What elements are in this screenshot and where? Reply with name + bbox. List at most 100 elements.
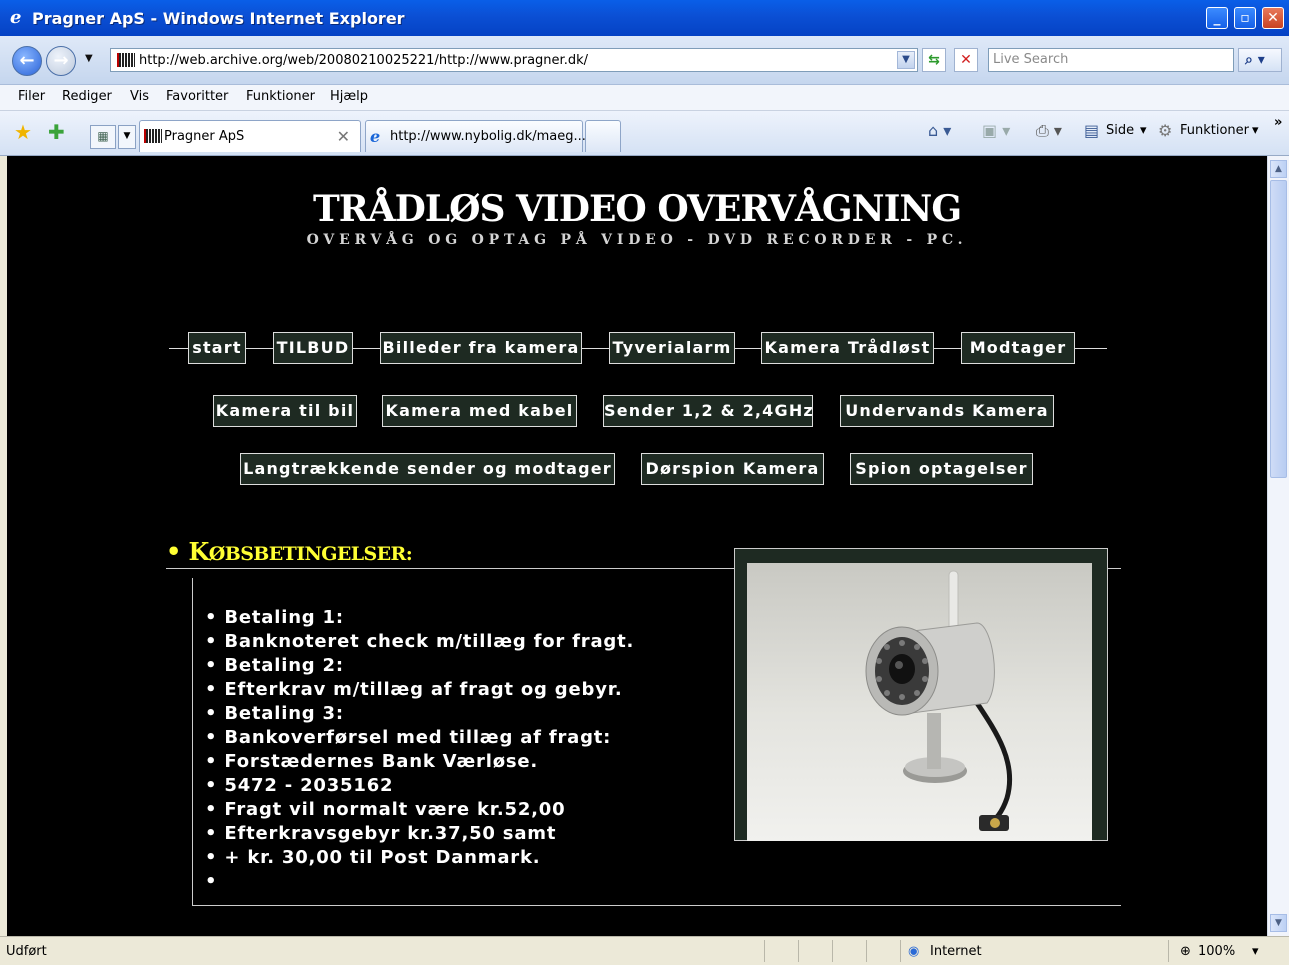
site-favicon-icon xyxy=(144,129,162,143)
menu-tools[interactable]: Funktioner xyxy=(246,89,315,104)
tools-menu[interactable]: Funktioner xyxy=(1180,123,1249,138)
terms-list: • Betaling 1: • Banknoteret check m/till… xyxy=(205,606,634,894)
status-divider xyxy=(1168,940,1169,962)
menu-file[interactable]: Filer xyxy=(18,89,45,104)
zoom-dropdown-icon[interactable]: ▾ xyxy=(1252,944,1259,959)
nav-langtraekkende[interactable]: Langtrækkende sender og modtager xyxy=(240,453,615,485)
menu-help[interactable]: Hjælp xyxy=(330,89,368,104)
status-bar: Udført ◉ Internet ⊕ 100% ▾ xyxy=(0,936,1289,965)
home-icon[interactable]: ⌂ ▾ xyxy=(928,121,951,140)
menu-view[interactable]: Vis xyxy=(130,89,149,104)
address-dropdown-icon[interactable]: ▼ xyxy=(897,51,915,69)
terms-item: • Betaling 1: xyxy=(205,607,344,628)
menu-favorites[interactable]: Favoritter xyxy=(166,89,228,104)
nav-modtager[interactable]: Modtager xyxy=(961,332,1075,364)
tools-menu-dropdown-icon[interactable]: ▾ xyxy=(1252,123,1259,138)
terms-item: • Bankoverførsel med tillæg af fragt: xyxy=(205,727,612,748)
search-input[interactable]: Live Search xyxy=(988,48,1234,72)
terms-item: • Banknoteret check m/tillæg for fragt. xyxy=(205,631,635,652)
feeds-icon[interactable]: ▣ ▾ xyxy=(982,121,1010,140)
window-title-bar: e Pragner ApS - Windows Internet Explore… xyxy=(0,0,1289,36)
history-dropdown-icon[interactable]: ▼ xyxy=(85,53,93,64)
terms-item: • xyxy=(205,871,218,892)
status-divider xyxy=(832,940,833,962)
terms-item: • Efterkravsgebyr kr.37,50 samt xyxy=(205,823,557,844)
nav-start[interactable]: start xyxy=(188,332,246,364)
close-button[interactable]: ✕ xyxy=(1262,7,1284,29)
status-divider xyxy=(900,940,901,962)
terms-item: • Betaling 3: xyxy=(205,703,344,724)
address-url[interactable]: http://web.archive.org/web/2008021002522… xyxy=(139,53,588,68)
scroll-thumb[interactable] xyxy=(1270,180,1287,478)
page-menu[interactable]: Side xyxy=(1106,123,1134,138)
stop-button[interactable]: ✕ xyxy=(954,48,978,72)
nav-sender[interactable]: Sender 1,2 & 2,4GHz xyxy=(603,395,813,427)
scroll-down-icon[interactable]: ▼ xyxy=(1270,914,1287,932)
quick-tabs-icon[interactable]: ▦ xyxy=(90,125,116,149)
zoom-icon: ⊕ xyxy=(1180,944,1191,959)
site-title: TRÅDLØS VIDEO OVERVÅGNING xyxy=(312,188,962,230)
stop-icon: ✕ xyxy=(960,52,972,68)
new-tab-button[interactable] xyxy=(585,120,621,152)
maximize-button[interactable]: ▫ xyxy=(1234,7,1256,29)
tab-list-dropdown-icon[interactable]: ▼ xyxy=(118,125,136,149)
terms-item: • 5472 - 2035162 xyxy=(205,775,394,796)
add-favorite-icon[interactable]: ✚ xyxy=(48,120,65,144)
heading-initial: K xyxy=(188,537,210,566)
nav-tilbud[interactable]: TILBUD xyxy=(273,332,353,364)
menu-bar: Filer Rediger Vis Favoritter Funktioner … xyxy=(0,85,1289,111)
gear-icon: ⚙ xyxy=(1158,121,1173,140)
search-icon: ⌕ ▾ xyxy=(1245,52,1265,68)
scroll-up-icon[interactable]: ▲ xyxy=(1270,160,1287,178)
address-toolbar: ← → ▼ http://web.archive.org/web/2008021… xyxy=(0,36,1289,85)
globe-icon: ◉ xyxy=(908,944,920,959)
tab-pragner[interactable]: Pragner ApS ✕ xyxy=(139,120,361,152)
section-heading: • KØBSBETINGELSER: xyxy=(166,537,413,566)
site-subtitle: OVERVÅG OG OPTAG PÅ VIDEO - DVD RECORDER… xyxy=(306,232,968,248)
page-menu-dropdown-icon[interactable]: ▾ xyxy=(1140,123,1147,138)
search-button[interactable]: ⌕ ▾ xyxy=(1238,48,1282,72)
status-text: Udført xyxy=(6,944,47,959)
minimize-button[interactable]: _ xyxy=(1206,7,1228,29)
status-divider xyxy=(866,940,867,962)
address-field[interactable]: http://web.archive.org/web/2008021002522… xyxy=(110,48,918,72)
internet-explorer-icon: e xyxy=(10,7,22,28)
refresh-button[interactable]: ⇆ xyxy=(922,48,946,72)
zoom-level[interactable]: 100% xyxy=(1198,944,1235,959)
terms-item: • Fragt vil normalt være kr.52,00 xyxy=(205,799,566,820)
menu-edit[interactable]: Rediger xyxy=(62,89,112,104)
heading-bullet: • xyxy=(166,537,181,566)
status-divider xyxy=(798,940,799,962)
page-content: TRÅDLØS VIDEO OVERVÅGNING OVERVÅG OG OPT… xyxy=(7,156,1267,936)
status-divider xyxy=(764,940,765,962)
camera-illustration xyxy=(865,570,1013,831)
security-zone: Internet xyxy=(930,944,982,959)
forward-button[interactable]: → xyxy=(46,46,76,76)
window-title: Pragner ApS - Windows Internet Explorer xyxy=(32,9,405,28)
tab-toolbar: ★ ✚ ▦ ▼ Pragner ApS ✕ e http://www.nybol… xyxy=(0,111,1289,156)
page-icon: ▤ xyxy=(1084,121,1100,140)
nav-billeder-fra-kamera[interactable]: Billeder fra kamera xyxy=(380,332,582,364)
refresh-icon: ⇆ xyxy=(928,52,940,68)
terms-item: • Forstædernes Bank Værløse. xyxy=(205,751,539,772)
back-button[interactable]: ← xyxy=(12,46,42,76)
site-favicon-icon xyxy=(117,53,135,67)
print-icon[interactable]: ⎙ ▾ xyxy=(1036,121,1062,141)
forward-arrow-icon: → xyxy=(53,50,69,71)
nav-undervands-kamera[interactable]: Undervands Kamera xyxy=(840,395,1054,427)
nav-spion-optagelser[interactable]: Spion optagelser xyxy=(850,453,1033,485)
vertical-scrollbar[interactable]: ▲ ▼ xyxy=(1267,156,1289,936)
nav-doerspion-kamera[interactable]: Dørspion Kamera xyxy=(641,453,824,485)
nav-tyverialarm[interactable]: Tyverialarm xyxy=(609,332,735,364)
internet-explorer-icon: e xyxy=(370,127,381,146)
tab-nybolig[interactable]: e http://www.nybolig.dk/maeg... xyxy=(365,120,586,152)
nav-kamera-med-kabel[interactable]: Kamera med kabel xyxy=(382,395,577,427)
terms-item: • Betaling 2: xyxy=(205,655,344,676)
favorites-center-icon[interactable]: ★ xyxy=(14,120,32,144)
heading-text: ØBSBETINGELSER: xyxy=(208,543,413,565)
nav-kamera-traadloest[interactable]: Kamera Trådløst xyxy=(761,332,934,364)
terms-item: • + kr. 30,00 til Post Danmark. xyxy=(205,847,541,868)
nav-kamera-til-bil[interactable]: Kamera til bil xyxy=(213,395,357,427)
close-tab-icon[interactable]: ✕ xyxy=(337,127,350,146)
chevron-more-icon[interactable]: » xyxy=(1274,115,1282,130)
